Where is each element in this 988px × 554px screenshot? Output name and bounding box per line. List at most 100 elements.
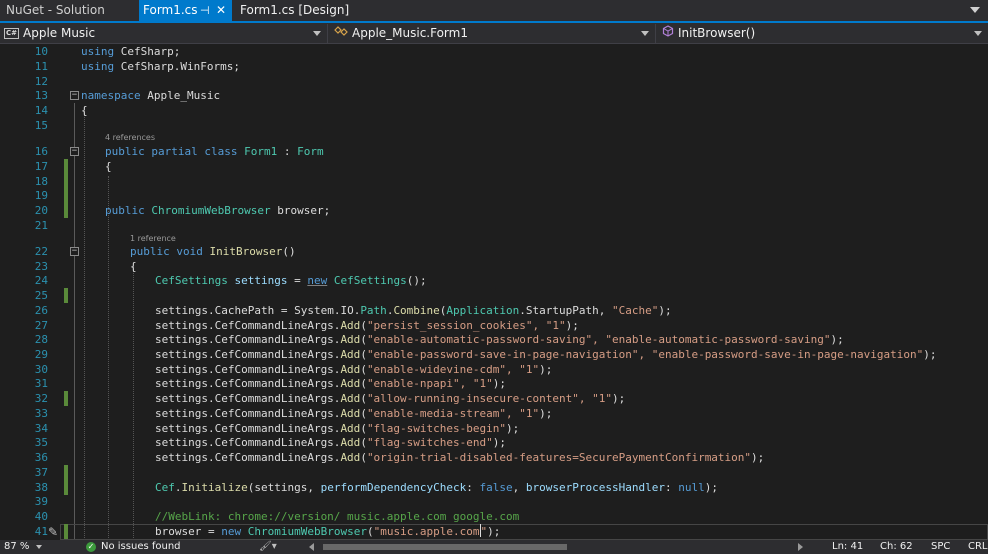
line-indicator: Ln: 41 xyxy=(832,541,864,552)
code-line: 18 xyxy=(0,174,988,189)
code-line: 22 − public void InitBrowser() xyxy=(0,244,988,259)
code-text: settings.CefCommandLineArgs.Add("origin-… xyxy=(155,451,765,464)
line-number: 25 xyxy=(34,289,48,302)
line-number: 29 xyxy=(34,348,48,361)
change-marker xyxy=(64,524,68,539)
tab-overflow-chevron-down-icon[interactable] xyxy=(970,7,980,13)
change-marker xyxy=(64,188,68,203)
code-line: 34 settings.CefCommandLineArgs.Add("flag… xyxy=(0,421,988,436)
line-number: 11 xyxy=(34,60,48,73)
codelens-references[interactable]: 1 reference xyxy=(130,234,176,244)
line-number: 10 xyxy=(34,45,48,58)
document-tab-strip: NuGet - Solution Form1.cs ⊣ ✕ Form1.cs [… xyxy=(0,0,988,23)
line-number: 14 xyxy=(34,104,48,117)
code-text: browser = new ChromiumWebBrowser("music.… xyxy=(155,524,501,538)
code-text: settings.CefCommandLineArgs.Add("flag-sw… xyxy=(155,436,507,449)
line-number: 24 xyxy=(34,274,48,287)
line-number: 26 xyxy=(34,304,48,317)
code-text: settings.CefCommandLineArgs.Add("enable-… xyxy=(155,377,507,390)
code-text: CefSettings settings = new CefSettings()… xyxy=(155,274,427,287)
line-number: 13 xyxy=(34,89,48,102)
scroll-right-icon[interactable] xyxy=(798,543,803,551)
code-line: 37 xyxy=(0,465,988,480)
tab-label: NuGet - Solution xyxy=(6,3,105,17)
code-text: public void InitBrowser() xyxy=(130,245,296,258)
editor-status-bar: 87 % ✓ No issues found 🖌▾ Ln: 41 Ch: 62 … xyxy=(0,540,988,554)
issues-status[interactable]: No issues found xyxy=(101,540,181,554)
project-name: Apple Music xyxy=(23,26,96,40)
member-name: InitBrowser() xyxy=(678,26,756,40)
code-line: 10 using CefSharp; xyxy=(0,44,988,59)
line-number: 37 xyxy=(34,466,48,479)
tab-label: Form1.cs [Design] xyxy=(240,3,350,17)
line-number: 30 xyxy=(34,363,48,376)
code-line: 32 settings.CefCommandLineArgs.Add("allo… xyxy=(0,391,988,406)
code-line: 13 − namespace Apple_Music xyxy=(0,88,988,103)
line-number: 39 xyxy=(34,495,48,508)
project-dropdown[interactable]: C# Apple Music xyxy=(0,24,328,43)
code-line: 31 settings.CefCommandLineArgs.Add("enab… xyxy=(0,376,988,391)
class-name: Apple_Music.Form1 xyxy=(352,26,468,40)
horizontal-scrollbar[interactable] xyxy=(309,543,803,551)
code-editor[interactable]: ✎ 10 using CefSharp; 11 using CefSharp.W… xyxy=(0,44,988,540)
code-text: settings.CefCommandLineArgs.Add("enable-… xyxy=(155,348,937,361)
check-icon: ✓ xyxy=(86,542,96,552)
line-number: 16 xyxy=(34,145,48,158)
csharp-project-icon: C# xyxy=(4,28,19,39)
line-number: 32 xyxy=(34,392,48,405)
code-text: settings.CefCommandLineArgs.Add("enable-… xyxy=(155,363,553,376)
code-cleanup-brush-icon[interactable]: 🖌▾ xyxy=(259,540,277,554)
line-ending-mode[interactable]: CRLF xyxy=(968,540,988,554)
code-text: { xyxy=(130,260,137,273)
pin-icon[interactable]: ⊣ xyxy=(200,0,210,21)
code-line: 23 { xyxy=(0,259,988,274)
chevron-down-icon xyxy=(641,31,649,36)
line-number: 15 xyxy=(34,119,48,132)
code-line: 15 xyxy=(0,118,988,133)
code-line: 39 xyxy=(0,494,988,509)
code-line: 29 settings.CefCommandLineArgs.Add("enab… xyxy=(0,347,988,362)
line-number: 28 xyxy=(34,333,48,346)
zoom-level[interactable]: 87 % xyxy=(4,540,29,554)
line-number: 21 xyxy=(34,219,48,232)
collapse-toggle[interactable]: − xyxy=(70,147,79,156)
tab-form1-design[interactable]: Form1.cs [Design] xyxy=(234,0,350,21)
code-text: settings.CefCommandLineArgs.Add("enable-… xyxy=(155,333,844,346)
code-line: 24 CefSettings settings = new CefSetting… xyxy=(0,273,988,288)
line-number: 41 xyxy=(34,525,48,538)
whitespace-mode[interactable]: SPC xyxy=(931,540,950,554)
close-icon[interactable]: ✕ xyxy=(216,0,226,21)
member-dropdown[interactable]: InitBrowser() xyxy=(658,24,988,43)
code-line-current: 41 browser = new ChromiumWebBrowser("mus… xyxy=(0,524,988,539)
line-number: 34 xyxy=(34,422,48,435)
code-text: using CefSharp; xyxy=(81,45,181,58)
code-text: using CefSharp.WinForms; xyxy=(81,60,240,73)
codelens-references[interactable]: 4 references xyxy=(105,133,155,143)
scrollbar-thumb[interactable] xyxy=(323,544,567,550)
code-line: 33 settings.CefCommandLineArgs.Add("enab… xyxy=(0,406,988,421)
code-line: 27 settings.CefCommandLineArgs.Add("pers… xyxy=(0,318,988,333)
chevron-down-icon xyxy=(974,31,982,36)
tab-form1-cs[interactable]: Form1.cs ⊣ ✕ xyxy=(139,0,232,21)
code-line: 11 using CefSharp.WinForms; xyxy=(0,59,988,74)
class-dropdown[interactable]: Apple_Music.Form1 xyxy=(330,24,656,43)
code-line: 16 − public partial class Form1 : Form xyxy=(0,144,988,159)
code-text: namespace Apple_Music xyxy=(81,89,221,102)
scroll-left-icon[interactable] xyxy=(309,543,314,551)
tab-nuget-solution[interactable]: NuGet - Solution xyxy=(0,0,138,21)
collapse-toggle[interactable]: − xyxy=(70,247,79,256)
chevron-down-icon xyxy=(313,31,321,36)
code-line: 20 public ChromiumWebBrowser browser; xyxy=(0,203,988,218)
chevron-down-icon[interactable] xyxy=(36,545,42,549)
line-number: 23 xyxy=(34,260,48,273)
collapse-toggle[interactable]: − xyxy=(70,91,79,100)
tab-label: Form1.cs xyxy=(143,3,198,17)
code-text: settings.CachePath = System.IO.Path.Comb… xyxy=(155,304,672,317)
char-indicator: Ch: 62 xyxy=(880,541,913,552)
code-text: settings.CefCommandLineArgs.Add("enable-… xyxy=(155,407,553,420)
code-line: 14 { xyxy=(0,103,988,118)
code-line: 40 //WebLink: chrome://version/ music.ap… xyxy=(0,509,988,524)
code-line: 36 settings.CefCommandLineArgs.Add("orig… xyxy=(0,450,988,465)
code-line: 35 settings.CefCommandLineArgs.Add("flag… xyxy=(0,435,988,450)
code-navigation-bar: C# Apple Music Apple_Music.Form1 InitBrow… xyxy=(0,23,988,44)
